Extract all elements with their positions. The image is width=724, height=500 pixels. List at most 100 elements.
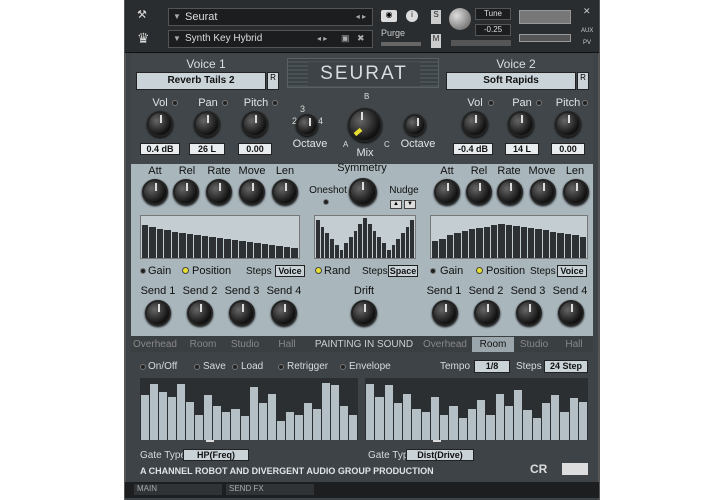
step-bar[interactable] xyxy=(372,230,377,258)
v1-send3-knob[interactable] xyxy=(229,300,255,326)
trash-icon[interactable]: ✖ xyxy=(357,33,365,44)
gate-step[interactable] xyxy=(430,396,439,440)
gate-step[interactable] xyxy=(141,395,150,440)
tab-left-hall[interactable]: Hall xyxy=(264,337,310,352)
v2-att-knob[interactable] xyxy=(434,179,460,205)
preset-name-box[interactable]: ▼ Synth Key Hybrid ◂ ▸ ▣ ✖ xyxy=(168,30,373,48)
step-bar[interactable] xyxy=(216,238,224,258)
v1-send2-knob[interactable] xyxy=(187,300,213,326)
tab-left-studio[interactable]: Studio xyxy=(222,337,268,352)
mix-knob[interactable] xyxy=(348,108,382,142)
trophy-icon[interactable]: ♛ xyxy=(137,30,159,48)
step-bar[interactable] xyxy=(179,232,186,258)
v1-rel-knob[interactable] xyxy=(173,179,199,205)
gate-step[interactable] xyxy=(403,393,412,440)
step-bar[interactable] xyxy=(201,236,209,258)
mute-button[interactable]: M xyxy=(431,34,441,48)
v2-vol-knob[interactable] xyxy=(462,111,488,137)
v2-rate-knob[interactable] xyxy=(497,179,523,205)
step-bar[interactable] xyxy=(476,227,483,258)
gate-step[interactable] xyxy=(186,401,195,440)
step-bar[interactable] xyxy=(564,233,572,258)
v2-pan-led[interactable] xyxy=(536,100,542,106)
oneshot-led[interactable] xyxy=(323,199,329,205)
voice1-reverse-icon[interactable]: R xyxy=(267,72,279,90)
step-bar[interactable] xyxy=(171,231,179,258)
tab-left-room[interactable]: Room xyxy=(180,337,226,352)
nudge-up-icon[interactable]: ▲ xyxy=(390,200,402,209)
gate-step[interactable] xyxy=(578,401,587,440)
gate-step[interactable] xyxy=(393,402,402,440)
aux-label[interactable]: AUX xyxy=(581,28,593,34)
v2-pitch-led[interactable] xyxy=(582,100,588,106)
tab-right-studio[interactable]: Studio xyxy=(514,337,554,352)
onoff-label[interactable]: On/Off xyxy=(148,361,177,372)
gate-step[interactable] xyxy=(495,393,504,440)
gate-step[interactable] xyxy=(340,405,349,440)
step-bar[interactable] xyxy=(231,240,239,258)
solo-button[interactable]: S xyxy=(431,10,441,24)
camera-icon[interactable]: ◉ xyxy=(381,10,397,22)
voice1-sample[interactable]: Reverb Tails 2 xyxy=(136,72,266,90)
tab-right-hall[interactable]: Hall xyxy=(554,337,594,352)
v1-pan-knob[interactable] xyxy=(194,111,220,137)
gate-step[interactable] xyxy=(276,421,285,440)
step-bar[interactable] xyxy=(239,241,246,258)
step-bar[interactable] xyxy=(520,226,527,258)
v1-pan-value[interactable]: 26 L xyxy=(189,143,225,155)
gate-step[interactable] xyxy=(285,412,294,440)
v1-vol-value[interactable]: 0.4 dB xyxy=(140,143,180,155)
step-bar[interactable] xyxy=(550,231,557,258)
tab-right-overhead[interactable]: Overhead xyxy=(420,337,470,352)
step-bar[interactable] xyxy=(527,227,535,258)
step-bar[interactable] xyxy=(224,239,231,258)
v2-vol-value[interactable]: -0.4 dB xyxy=(453,143,493,155)
v1-pitch-knob[interactable] xyxy=(242,111,268,137)
step-bar[interactable] xyxy=(209,237,216,258)
rand-led[interactable] xyxy=(315,267,322,274)
gate-step[interactable] xyxy=(349,415,358,440)
gate-step[interactable] xyxy=(150,384,159,440)
gate-step[interactable] xyxy=(366,384,375,440)
step-bar[interactable] xyxy=(316,220,320,258)
v1-vol-led[interactable] xyxy=(172,100,178,106)
gate-step[interactable] xyxy=(449,405,458,440)
envelope-led[interactable] xyxy=(340,364,346,370)
gate-step[interactable] xyxy=(222,412,231,440)
v2-move-knob[interactable] xyxy=(530,179,556,205)
gate-step[interactable] xyxy=(421,412,430,440)
step-bar[interactable] xyxy=(454,232,461,258)
gate-step[interactable] xyxy=(330,385,340,440)
gate-step[interactable] xyxy=(267,393,276,440)
retrigger-led[interactable] xyxy=(278,364,284,370)
step-bar[interactable] xyxy=(320,226,325,258)
tab-main[interactable]: MAIN xyxy=(134,484,222,495)
step-bar[interactable] xyxy=(358,224,363,258)
gate-step[interactable] xyxy=(231,409,240,440)
gate-step[interactable] xyxy=(532,418,541,440)
load-led[interactable] xyxy=(232,364,238,370)
v2-pitch-knob[interactable] xyxy=(555,111,581,137)
step-bar[interactable] xyxy=(330,239,334,258)
step-bar[interactable] xyxy=(142,225,149,258)
instrument-name-box[interactable]: ▼ Seurat ◂ ▸ xyxy=(168,8,373,26)
step-bar[interactable] xyxy=(344,243,349,258)
close-icon[interactable]: ✕ xyxy=(583,6,591,17)
gate-step[interactable] xyxy=(504,405,513,440)
step-bar[interactable] xyxy=(268,245,276,258)
save-led[interactable] xyxy=(194,364,200,370)
gate-step[interactable] xyxy=(569,397,578,440)
gate-step[interactable] xyxy=(312,409,321,440)
v2-steps-select[interactable]: Voice xyxy=(557,265,587,277)
info-icon[interactable]: i xyxy=(406,10,418,22)
step-bar[interactable] xyxy=(535,228,542,258)
gate-step[interactable] xyxy=(384,385,393,440)
rand-step-bars[interactable] xyxy=(314,215,416,259)
gate-step[interactable] xyxy=(458,418,467,440)
tempo-select[interactable]: 1/8 xyxy=(474,360,510,373)
gate-step[interactable] xyxy=(159,391,168,440)
pv-label[interactable]: PV xyxy=(583,40,591,46)
load-label[interactable]: Load xyxy=(241,361,263,372)
voice2-reverse-icon[interactable]: R xyxy=(577,72,589,90)
v2-len-knob[interactable] xyxy=(563,179,589,205)
